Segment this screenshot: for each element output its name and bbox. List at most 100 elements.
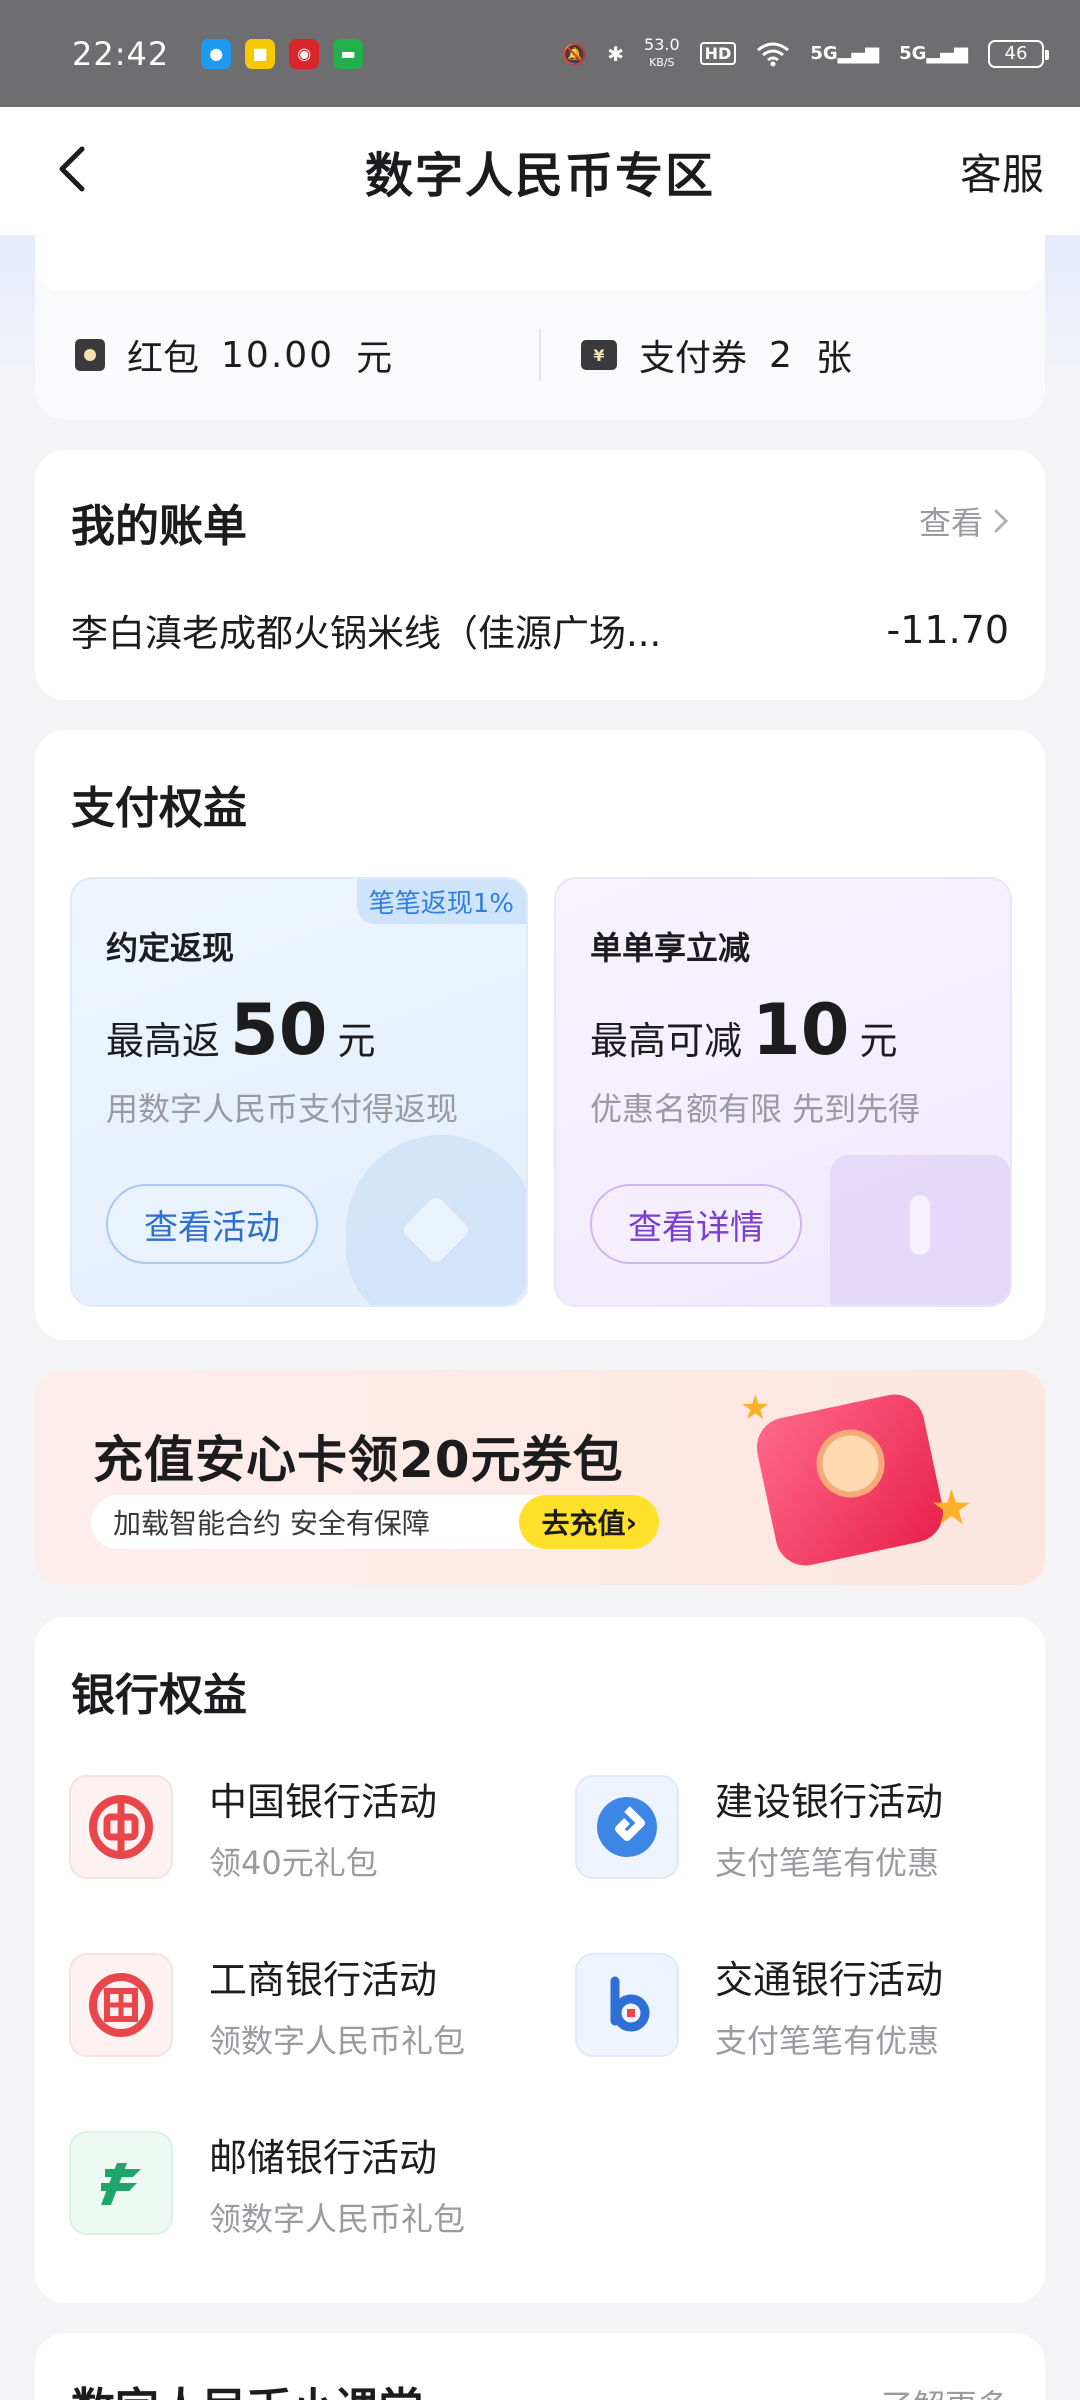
boc-logo-icon: [69, 1775, 173, 1879]
network-speed: 53.0 KB/S: [644, 36, 680, 71]
bank-item-boc[interactable]: 中国银行活动 领40元礼包: [69, 1767, 549, 1887]
wifi-icon: [757, 42, 790, 66]
mute-icon: 🔕: [562, 41, 588, 66]
signal-1-label: 5G: [810, 43, 838, 64]
bocom-logo-svg: [610, 1976, 650, 2032]
signal-1-icon: 5G▂▄▆: [810, 43, 880, 64]
bank-item-psbc[interactable]: 邮储银行活动 领数字人民币礼包: [69, 2123, 549, 2243]
status-bar: 22:42 ● ■ ◉ ▬ 🔕 ✱ 53.0 KB/S HD 5G▂▄▆ 5G▂…: [0, 0, 1080, 107]
chevron-right-icon: ›: [625, 1505, 637, 1539]
boc-logo-svg: [89, 1795, 153, 1859]
payment-benefits-title: 支付权益: [71, 783, 247, 834]
battery-icon: 46: [988, 39, 1049, 68]
bank-desc: 领数字人民币礼包: [209, 2199, 466, 2238]
bank-name: 交通银行活动: [715, 1957, 944, 2002]
chevron-left-icon: [59, 146, 85, 192]
coupon-icon: ¥: [581, 340, 617, 370]
coupon-unit: 张: [815, 338, 852, 379]
bank-name: 邮储银行活动: [209, 2135, 438, 2180]
bank-text: 中国银行活动 领40元礼包: [209, 1771, 437, 1884]
red-packet-value: 10.00: [221, 334, 335, 376]
payment-benefits-card: 支付权益 笔笔返现1% 约定返现 最高返 50 元 用数字人民币支付得返现 查看…: [35, 730, 1045, 1340]
bill-merchant: 李白滇老成都火锅米线（佳源广场...: [71, 612, 662, 655]
discount-prefix: 最高可减: [590, 1019, 743, 1063]
bill-section-title: 我的账单: [71, 501, 247, 552]
banner-subtitle: 加载智能合约 安全有保障: [113, 1507, 430, 1540]
coupon-value: 2: [769, 334, 794, 376]
bank-name: 中国银行活动: [209, 1779, 438, 1824]
bank-app-icon: ◉: [289, 38, 320, 69]
bill-amount: -11.70: [886, 608, 1010, 652]
bank-item-icbc[interactable]: 工商银行活动 领数字人民币礼包: [69, 1945, 549, 2065]
wallet-assets-row: 红包 10.00 元 ¥ 支付券 2 张: [35, 310, 1045, 400]
hd-icon: HD: [699, 42, 737, 65]
red-packet-entry[interactable]: 红包 10.00 元: [35, 329, 539, 381]
cashback-subtitle: 用数字人民币支付得返现: [106, 1090, 459, 1128]
status-indicators: 🔕 ✱ 53.0 KB/S HD 5G▂▄▆ 5G▂▄▆ 46: [562, 36, 1049, 71]
discount-head: 单单享立减: [590, 929, 751, 967]
cashback-benefit-card[interactable]: 笔笔返现1% 约定返现 最高返 50 元 用数字人民币支付得返现 查看活动: [70, 877, 528, 1307]
customer-service-button[interactable]: 客服: [960, 141, 1044, 202]
bocom-logo-icon: [575, 1953, 679, 2057]
back-button[interactable]: [40, 137, 104, 201]
recharge-button-label: 去充值: [541, 1507, 626, 1540]
bank-desc: 领数字人民币礼包: [209, 2021, 466, 2060]
wallet-card-top: [35, 200, 1045, 290]
app-notification-icon: ■: [245, 38, 276, 69]
discount-subtitle: 优惠名额有限 先到先得: [590, 1090, 921, 1128]
bank-desc: 支付笔笔有优惠: [715, 1843, 940, 1882]
qq-icon: ●: [201, 38, 232, 69]
discount-amount: 最高可减 10 元: [590, 989, 897, 1071]
bill-row[interactable]: 李白滇老成都火锅米线（佳源广场... -11.70: [71, 590, 1009, 670]
network-speed-unit: KB/S: [649, 55, 675, 69]
cashback-tag: 笔笔返现1%: [356, 879, 526, 924]
red-packet-unit: 元: [356, 338, 393, 379]
star-icon: ★: [930, 1480, 974, 1536]
my-bill-card: 我的账单 查看 李白滇老成都火锅米线（佳源广场... -11.70: [35, 450, 1045, 700]
recharge-promo-banner[interactable]: 充值安心卡领20元券包 加载智能合约 安全有保障 去充值 › ★ ★: [35, 1370, 1045, 1585]
cashback-head: 约定返现: [106, 929, 235, 967]
discount-unit: 元: [859, 1019, 898, 1063]
message-icon: ▬: [333, 38, 364, 69]
coupon-label: 支付券: [639, 338, 748, 379]
ccb-logo-svg: [597, 1797, 657, 1857]
discount-benefit-card[interactable]: 单单享立减 最高可减 10 元 优惠名额有限 先到先得 查看详情: [554, 877, 1012, 1307]
view-details-button[interactable]: 查看详情: [590, 1184, 802, 1264]
signal-2-icon: 5G▂▄▆: [899, 43, 968, 64]
money-bag-illustration: [346, 1135, 526, 1305]
bank-text: 工商银行活动 领数字人民币礼包: [209, 1949, 465, 2062]
status-app-icons: ● ■ ◉ ▬: [201, 38, 364, 69]
bank-item-bocom[interactable]: 交通银行活动 支付笔笔有优惠: [575, 1945, 1055, 2065]
red-packet-label: 红包: [127, 338, 200, 379]
cashback-number: 50: [230, 989, 328, 1071]
classroom-title: 数字人民币小课堂: [71, 2373, 423, 2400]
red-packet-icon: [75, 339, 105, 371]
gift-illustration: [830, 1155, 1010, 1305]
coupon-entry[interactable]: ¥ 支付券 2 张: [541, 329, 1045, 381]
page-title: 数字人民币专区: [364, 148, 715, 204]
classroom-card: 数字人民币小课堂 了解更多: [35, 2333, 1045, 2400]
learn-more-link[interactable]: 了解更多: [881, 2381, 1009, 2400]
bank-text: 建设银行活动 支付笔笔有优惠: [715, 1771, 943, 1884]
bank-name: 建设银行活动: [715, 1779, 944, 1824]
ccb-logo-icon: [575, 1775, 679, 1879]
recharge-button[interactable]: 去充值 ›: [519, 1495, 659, 1549]
signal-2-label: 5G: [899, 43, 927, 64]
banner-pill: 加载智能合约 安全有保障 去充值 ›: [91, 1495, 659, 1549]
bank-desc: 支付笔笔有优惠: [715, 2021, 940, 2060]
cashback-unit: 元: [337, 1019, 376, 1063]
cashback-amount: 最高返 50 元: [106, 989, 375, 1071]
bill-view-link[interactable]: 查看: [919, 498, 1009, 544]
cashback-prefix: 最高返: [106, 1019, 221, 1063]
bank-item-ccb[interactable]: 建设银行活动 支付笔笔有优惠: [575, 1767, 1055, 1887]
bank-text: 邮储银行活动 领数字人民币礼包: [209, 2127, 465, 2240]
bank-text: 交通银行活动 支付笔笔有优惠: [715, 1949, 943, 2062]
psbc-logo-svg: [101, 2163, 141, 2205]
icbc-logo-icon: [69, 1953, 173, 2057]
banner-title: 充值安心卡领20元券包: [93, 1431, 624, 1489]
bill-view-label: 查看: [918, 504, 983, 542]
bank-benefits-title: 银行权益: [71, 1670, 247, 1721]
icbc-logo-svg: [89, 1973, 153, 2037]
view-activity-button[interactable]: 查看活动: [106, 1184, 318, 1264]
gift-box-illustration: [751, 1388, 949, 1572]
